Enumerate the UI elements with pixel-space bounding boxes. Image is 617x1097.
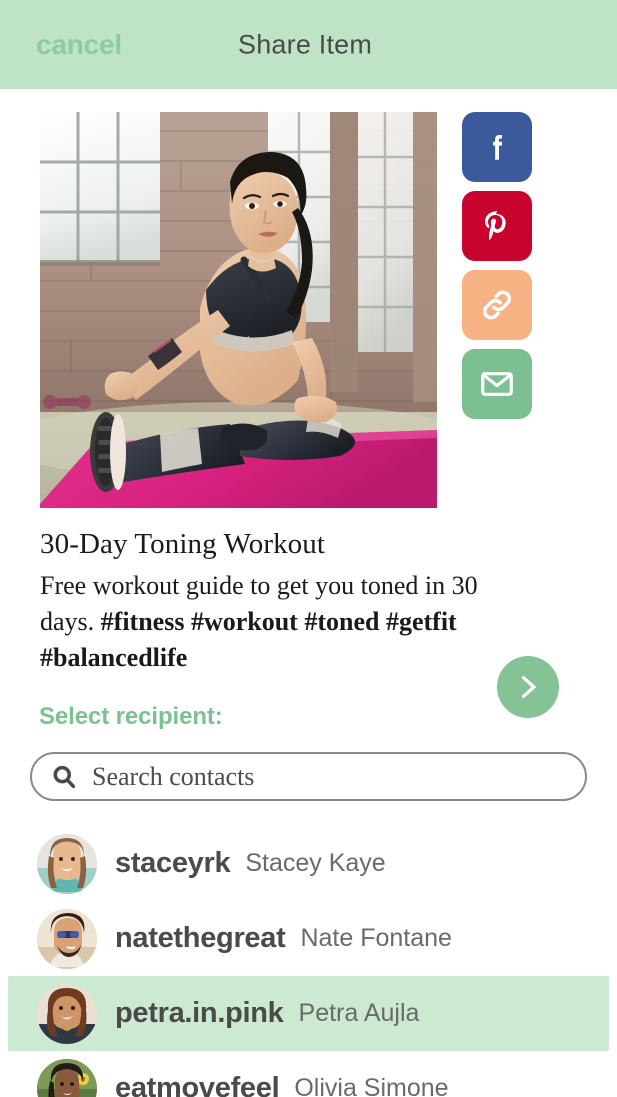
contact-name: Nate Fontane	[300, 924, 452, 952]
contact-name: Stacey Kaye	[245, 849, 386, 877]
share-link-button[interactable]	[462, 270, 532, 340]
search-icon	[53, 765, 76, 788]
item-image: Bodystar	[40, 112, 437, 508]
contact-handle: eatmovefeel	[115, 1072, 280, 1097]
app-header: cancel Share Item	[0, 0, 617, 89]
share-pinterest-button[interactable]	[462, 191, 532, 261]
pinterest-icon	[485, 211, 506, 241]
contact-row-eatmovefeel[interactable]: eatmovefeel Olivia Simone	[0, 1051, 617, 1097]
search-input[interactable]	[92, 761, 567, 792]
chevron-right-icon	[521, 675, 537, 699]
contact-handle: natethegreat	[115, 922, 286, 954]
share-email-button[interactable]	[462, 349, 532, 419]
item-description: Free workout guide to get you toned in 3…	[40, 568, 530, 676]
avatar	[37, 983, 97, 1044]
search-contacts-box[interactable]	[30, 752, 587, 801]
avatar	[37, 833, 97, 894]
contact-row-petra-in-pink[interactable]: petra.in.pink Petra Aujla	[8, 976, 609, 1051]
page-title: Share Item	[238, 29, 373, 59]
contact-row-natethegreat[interactable]: natethegreat Nate Fontane	[0, 901, 617, 976]
facebook-icon	[493, 134, 503, 160]
envelope-icon	[481, 372, 513, 396]
avatar	[37, 908, 97, 969]
share-buttons	[462, 112, 534, 419]
link-icon	[483, 290, 511, 320]
contact-handle: petra.in.pink	[115, 997, 284, 1029]
contact-name: Petra Aujla	[298, 999, 420, 1027]
cancel-button[interactable]: cancel	[36, 29, 122, 61]
item-hashtags: #fitness #workout #toned #getfit #balanc…	[40, 607, 457, 672]
avatar	[37, 1058, 97, 1097]
next-button[interactable]	[497, 656, 559, 718]
svg-text:Bodystar: Bodystar	[236, 335, 266, 344]
contact-list[interactable]: staceyrk Stacey Kaye natethegreat Nate F…	[0, 826, 617, 1097]
select-recipient-label: Select recipient:	[39, 703, 223, 730]
item-title: 30-Day Toning Workout	[40, 528, 326, 560]
contact-handle: staceyrk	[115, 847, 231, 879]
contact-row-staceyrk[interactable]: staceyrk Stacey Kaye	[0, 826, 617, 901]
share-facebook-button[interactable]	[462, 112, 532, 182]
contact-name: Olivia Simone	[294, 1074, 449, 1097]
share-item-screen: cancel Share Item Bodystar 30-Day Toning…	[0, 0, 617, 1097]
